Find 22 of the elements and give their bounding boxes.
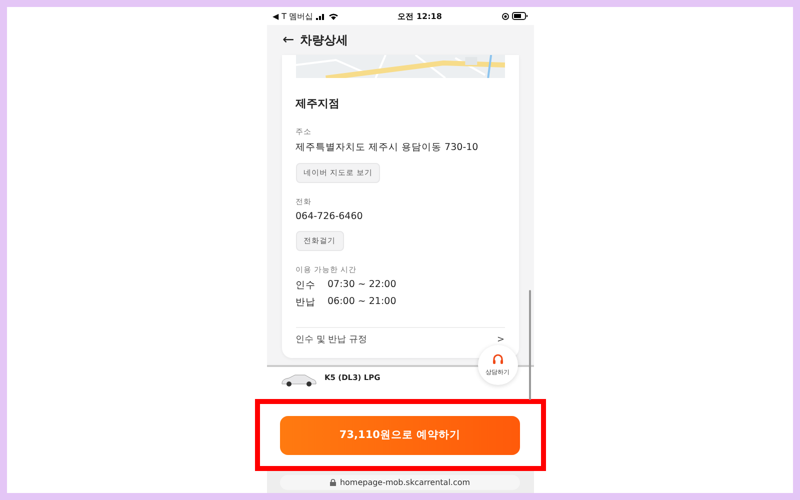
field-value: 064-726-6460 bbox=[296, 211, 364, 222]
headset-icon bbox=[492, 354, 504, 366]
field-value: 제주특별자치도 제주시 용담이동 730-10 bbox=[296, 141, 480, 154]
hours-label: 반납 bbox=[296, 296, 316, 309]
hours-time: 07:30 ~ 22:00 bbox=[328, 279, 396, 292]
battery-icon bbox=[512, 12, 528, 20]
url-text: homepage-mob.skcarrental.com bbox=[340, 478, 470, 486]
url-bar[interactable]: homepage-mob.skcarrental.com bbox=[280, 474, 520, 490]
hours-label: 인수 bbox=[296, 279, 316, 292]
wifi-icon bbox=[329, 12, 338, 20]
lock-rotation-icon bbox=[502, 12, 508, 20]
branch-name: 제주지점 bbox=[296, 96, 340, 111]
back-to-app-icon[interactable]: ◀ bbox=[272, 12, 279, 20]
lock-icon bbox=[330, 478, 336, 486]
hours-time: 06:00 ~ 21:00 bbox=[328, 296, 396, 309]
clock-text: 오전 12:18 bbox=[398, 10, 442, 22]
back-button[interactable]: ← bbox=[282, 32, 294, 48]
signal-icon bbox=[316, 12, 326, 20]
rules-link[interactable]: 인수 및 반납 규정 bbox=[296, 336, 368, 346]
chevron-icon[interactable]: > bbox=[496, 336, 504, 346]
page-title: 차량상세 bbox=[300, 32, 348, 48]
carrier-text: T 멤버십 bbox=[282, 10, 314, 22]
